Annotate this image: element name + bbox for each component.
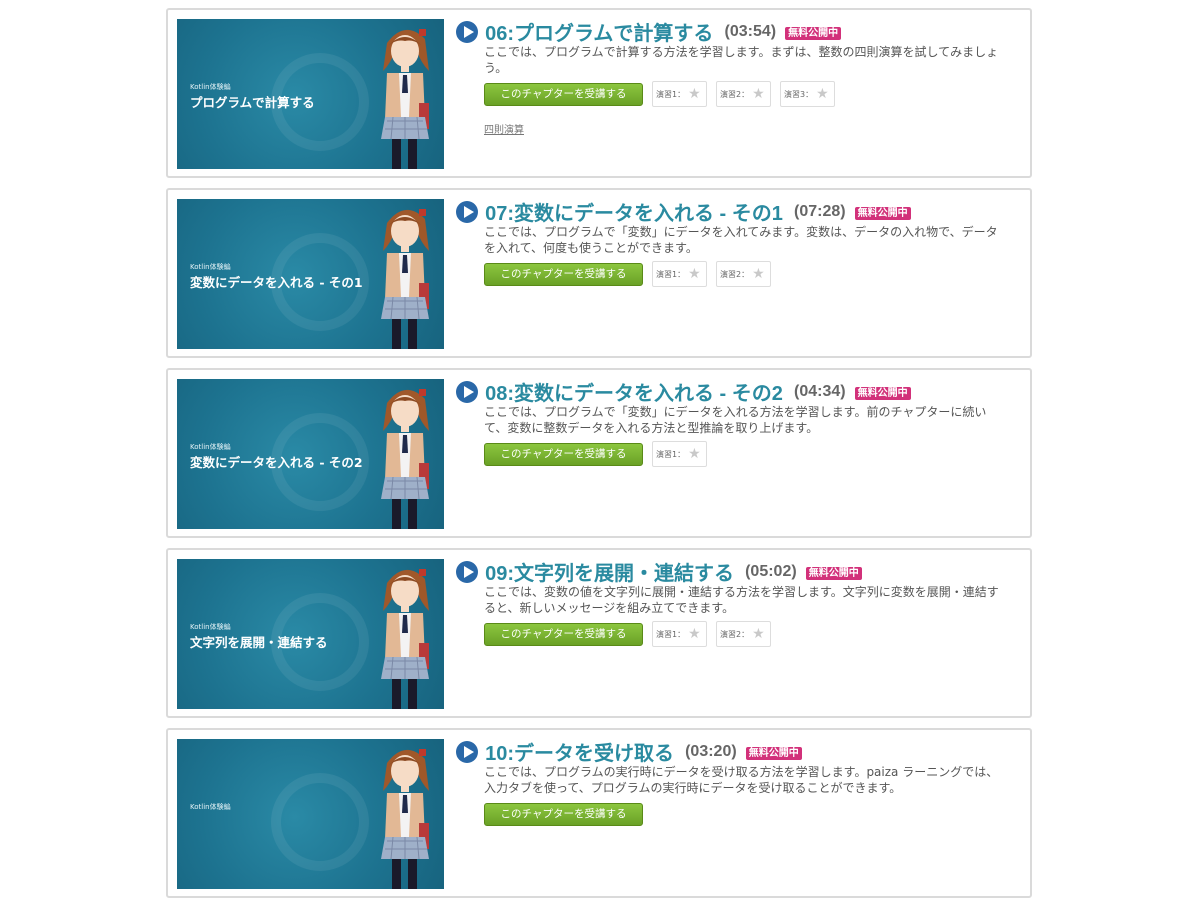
exercise-status[interactable]: 演習1： ★ — [652, 621, 707, 647]
chapter-title[interactable]: 08:変数にデータを入れる - その2 — [485, 383, 783, 405]
exercise-label: 演習1： — [656, 269, 686, 279]
chapter-list: Kotlin体験編 プログラムで計算する 06:プログラムで計算する (03:5… — [166, 8, 1032, 908]
thumbnail-title: 文字列を展開・連結する — [190, 635, 328, 650]
exercise-label: 演習2： — [720, 89, 750, 99]
star-icon: ★ — [752, 626, 765, 642]
exercise-status[interactable]: 演習1： ★ — [652, 81, 707, 107]
chapter-title-row: 09:文字列を展開・連結する (05:02) 無料公開中 — [456, 557, 1016, 585]
chapter-card: Kotlin体験編 変数にデータを入れる - その1 07:変数にデータを入れる… — [166, 188, 1032, 358]
thumbnail-title: 変数にデータを入れる - その1 — [190, 275, 363, 290]
play-icon[interactable] — [456, 380, 478, 403]
play-icon[interactable] — [456, 200, 478, 223]
free-badge: 無料公開中 — [745, 747, 802, 760]
start-chapter-button[interactable]: このチャプターを受講する — [484, 82, 643, 106]
chapter-card: Kotlin体験編 変数にデータを入れる - その2 08:変数にデータを入れる… — [166, 368, 1032, 538]
exercise-status[interactable]: 演習3： ★ — [780, 81, 835, 107]
character-illustration — [381, 749, 429, 889]
exercise-status[interactable]: 演習1： ★ — [652, 261, 707, 287]
character-illustration — [381, 389, 429, 529]
chapter-card: Kotlin体験編 文字列を展開・連結する 09:文字列を展開・連結する (05… — [166, 548, 1032, 718]
exercise-label: 演習1： — [656, 449, 686, 459]
chapter-title-row: 08:変数にデータを入れる - その2 (04:34) 無料公開中 — [456, 377, 1016, 405]
chapter-actions: このチャプターを受講する 演習1： ★ 演習2： ★ — [484, 621, 1016, 647]
character-illustration — [381, 29, 429, 169]
thumbnail-course-label: Kotlin体験編 — [190, 803, 231, 811]
character-illustration — [381, 569, 429, 709]
exercise-label: 演習2： — [720, 269, 750, 279]
star-icon: ★ — [688, 626, 701, 642]
chapter-title-row: 07:変数にデータを入れる - その1 (07:28) 無料公開中 — [456, 197, 1016, 225]
thumbnail-title: 変数にデータを入れる - その2 — [190, 455, 363, 470]
chapter-description: ここでは、変数の値を文字列に展開・連結する方法を学習します。文字列に変数を展開・… — [484, 585, 999, 615]
chapter-tag[interactable]: 四則演算 — [484, 121, 1016, 136]
exercise-status[interactable]: 演習2： ★ — [716, 621, 771, 647]
thumbnail-course-label: Kotlin体験編 — [190, 623, 231, 631]
chapter-card: Kotlin体験編 10:データを受け取る (03:20) 無料公開中 ここでは… — [166, 728, 1032, 898]
play-icon[interactable] — [456, 560, 478, 583]
chapter-duration: (03:20) — [685, 742, 737, 760]
star-icon: ★ — [688, 446, 701, 462]
star-icon: ★ — [752, 266, 765, 282]
chapter-duration: (07:28) — [794, 202, 846, 220]
chapter-duration: (05:02) — [745, 562, 797, 580]
chapter-description: ここでは、プログラムで「変数」にデータを入れる方法を学習します。前のチャプターに… — [484, 405, 987, 435]
chapter-actions: このチャプターを受講する — [484, 801, 1016, 827]
chapter-info: 06:プログラムで計算する (03:54) 無料公開中 ここでは、プログラムで計… — [456, 17, 1016, 136]
chapter-description: ここでは、プログラムの実行時にデータを受け取る方法を学習します。paiza ラー… — [484, 765, 999, 795]
chapter-thumbnail[interactable]: Kotlin体験編 — [177, 739, 444, 889]
free-badge: 無料公開中 — [805, 567, 862, 580]
chapter-title-row: 06:プログラムで計算する (03:54) 無料公開中 — [456, 17, 1016, 45]
exercise-label: 演習2： — [720, 629, 750, 639]
exercise-label: 演習1： — [656, 89, 686, 99]
exercise-status[interactable]: 演習2： ★ — [716, 261, 771, 287]
exercise-status[interactable]: 演習1： ★ — [652, 441, 707, 467]
start-chapter-button[interactable]: このチャプターを受講する — [484, 442, 643, 466]
chapter-info: 09:文字列を展開・連結する (05:02) 無料公開中 ここでは、変数の値を文… — [456, 557, 1016, 647]
chapter-actions: このチャプターを受講する 演習1： ★ 演習2： ★ 演習3： ★ — [484, 81, 1016, 107]
exercise-label: 演習1： — [656, 629, 686, 639]
star-icon: ★ — [688, 86, 701, 102]
chapter-title[interactable]: 06:プログラムで計算する — [485, 23, 713, 45]
chapter-actions: このチャプターを受講する 演習1： ★ — [484, 441, 1016, 467]
star-icon: ★ — [688, 266, 701, 282]
chapter-actions: このチャプターを受講する 演習1： ★ 演習2： ★ — [484, 261, 1016, 287]
free-badge: 無料公開中 — [854, 207, 911, 220]
chapter-card: Kotlin体験編 プログラムで計算する 06:プログラムで計算する (03:5… — [166, 8, 1032, 178]
chapter-title-row: 10:データを受け取る (03:20) 無料公開中 — [456, 737, 1016, 765]
chapter-thumbnail[interactable]: Kotlin体験編 文字列を展開・連結する — [177, 559, 444, 709]
start-chapter-button[interactable]: このチャプターを受講する — [484, 262, 643, 286]
play-icon[interactable] — [456, 20, 478, 43]
logo-watermark — [271, 773, 369, 871]
chapter-description: ここでは、プログラムで「変数」にデータを入れてみます。変数は、データの入れ物で、… — [484, 225, 998, 255]
star-icon: ★ — [816, 86, 829, 102]
start-chapter-button[interactable]: このチャプターを受講する — [484, 622, 643, 646]
free-badge: 無料公開中 — [854, 387, 911, 400]
chapter-info: 07:変数にデータを入れる - その1 (07:28) 無料公開中 ここでは、プ… — [456, 197, 1016, 287]
thumbnail-course-label: Kotlin体験編 — [190, 263, 231, 271]
thumbnail-course-label: Kotlin体験編 — [190, 443, 231, 451]
chapter-thumbnail[interactable]: Kotlin体験編 変数にデータを入れる - その1 — [177, 199, 444, 349]
chapter-info: 10:データを受け取る (03:20) 無料公開中 ここでは、プログラムの実行時… — [456, 737, 1016, 827]
chapter-description: ここでは、プログラムで計算する方法を学習します。まずは、整数の四則演算を試してみ… — [484, 45, 999, 75]
thumbnail-course-label: Kotlin体験編 — [190, 83, 231, 91]
chapter-info: 08:変数にデータを入れる - その2 (04:34) 無料公開中 ここでは、プ… — [456, 377, 1016, 467]
chapter-thumbnail[interactable]: Kotlin体験編 プログラムで計算する — [177, 19, 444, 169]
play-icon[interactable] — [456, 740, 478, 763]
character-illustration — [381, 209, 429, 349]
star-icon: ★ — [752, 86, 765, 102]
chapter-title[interactable]: 07:変数にデータを入れる - その1 — [485, 203, 783, 225]
chapter-duration: (04:34) — [794, 382, 846, 400]
chapter-title[interactable]: 09:文字列を展開・連結する — [485, 563, 734, 585]
chapter-duration: (03:54) — [724, 22, 777, 40]
chapter-thumbnail[interactable]: Kotlin体験編 変数にデータを入れる - その2 — [177, 379, 444, 529]
thumbnail-title: プログラムで計算する — [190, 95, 315, 110]
chapter-title[interactable]: 10:データを受け取る — [485, 743, 674, 765]
exercise-label: 演習3： — [784, 89, 814, 99]
exercise-status[interactable]: 演習2： ★ — [716, 81, 771, 107]
free-badge: 無料公開中 — [785, 27, 842, 40]
